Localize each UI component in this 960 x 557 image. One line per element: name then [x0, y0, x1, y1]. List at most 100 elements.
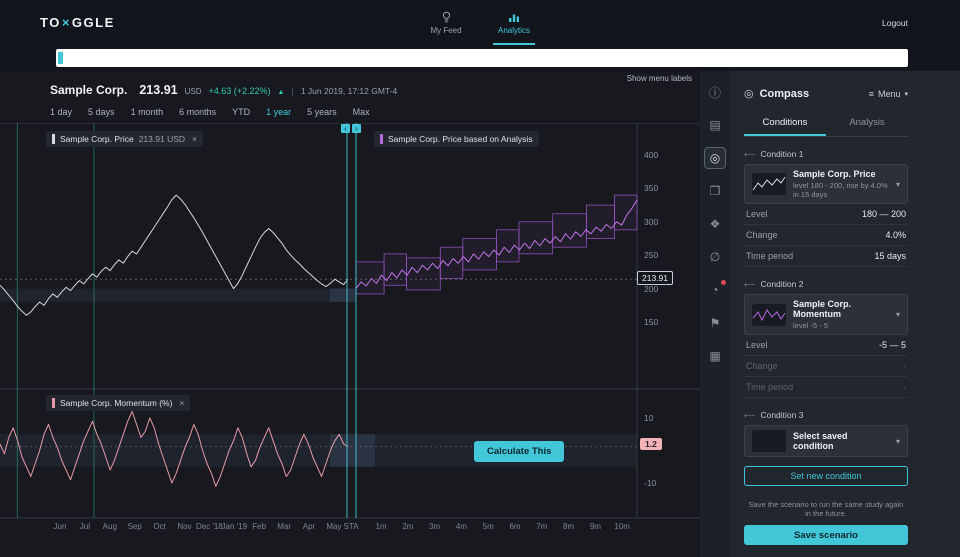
tab-analysis[interactable]: Analysis [826, 110, 908, 136]
x-axis-label: Jan '19 [221, 522, 248, 531]
icon-rail: ⓘ ▤ ◎ ❐ ❖ ∅ ◔ ⚑ ▦ [700, 71, 730, 557]
row-value[interactable]: 180 — 200 [862, 209, 906, 219]
range-1year[interactable]: 1 year [266, 107, 291, 117]
save-note: Save the scenario to run the same study … [748, 500, 904, 518]
time-range-selector: 1 day 5 days 1 month 6 months YTD 1 year… [50, 107, 700, 117]
archive-icon[interactable]: ▦ [704, 345, 726, 367]
condition-arrow-icon: ⟵ [744, 410, 756, 420]
tab-conditions[interactable]: Conditions [744, 110, 826, 136]
series-name: Sample Corp. Price based on Analysis [388, 134, 533, 144]
x-axis-label: 7m [536, 522, 548, 531]
x-axis-label: May [326, 522, 342, 531]
condition-thumbnail [752, 173, 786, 195]
eye-off-icon[interactable]: ∅ [704, 246, 726, 268]
row-label: Change [746, 230, 778, 240]
nav-analytics[interactable]: Analytics [493, 0, 535, 45]
nodes-icon[interactable]: ❖ [704, 213, 726, 235]
row-label: Change [746, 361, 778, 371]
range-5years[interactable]: 5 years [307, 107, 337, 117]
range-6months[interactable]: 6 months [179, 107, 216, 117]
notification-badge [721, 280, 726, 285]
range-max[interactable]: Max [353, 107, 370, 117]
calculate-this-button[interactable]: Calculate This [474, 441, 565, 462]
pin-icon[interactable]: ⚑ [704, 312, 726, 334]
series-value: 213.91 USD [138, 134, 186, 144]
row-value[interactable]: 15 days [874, 251, 906, 261]
layers-icon[interactable]: ❐ [704, 180, 726, 202]
sidebar-tabs: Conditions Analysis [744, 110, 908, 137]
close-icon[interactable]: × [179, 398, 184, 408]
condition-2-level-row: Level -5 — 5 [744, 335, 908, 356]
search-bar[interactable] [56, 49, 908, 67]
menu-icon: ≡ [868, 88, 874, 99]
row-label: Level [746, 209, 768, 219]
chevron-down-icon: ▾ [904, 90, 908, 98]
condition-1-card[interactable]: Sample Corp. Price level 180 - 200, rise… [744, 164, 908, 204]
bar-chart-icon [509, 14, 519, 22]
range-1month[interactable]: 1 month [131, 107, 164, 117]
range-5days[interactable]: 5 days [88, 107, 115, 117]
x-axis-label: Jun [53, 522, 67, 531]
x-axis-label: Nov [177, 522, 192, 531]
show-menu-labels-toggle[interactable]: Show menu labels [627, 74, 692, 83]
condition-1-change-row: Change 4.0% [744, 225, 908, 246]
x-axis-label: Dec '18 [195, 522, 223, 531]
forecast-start-handle[interactable]: ‹ [341, 124, 350, 133]
momentum-series-chip[interactable]: Sample Corp. Momentum (%) × [46, 395, 191, 411]
set-new-condition-button[interactable]: Set new condition [744, 466, 908, 486]
condition-2-card[interactable]: Sample Corp. Momentum level -5 - 5 ▾ [744, 294, 908, 335]
x-axis-label: 8m [563, 522, 575, 531]
condition-label-text: Condition 2 [760, 279, 804, 289]
condition-subtitle: level 180 - 200, rise by 4.0% in 15 days [793, 181, 888, 199]
stock-change: +4.63 (+2.22%) [208, 86, 271, 96]
save-scenario-button[interactable]: Save scenario [744, 525, 908, 545]
sidebar-title-text: Compass [759, 87, 810, 100]
chart-canvas[interactable] [0, 123, 700, 519]
chevron-down-icon: ▾ [895, 310, 900, 319]
chart-panel: Show menu labels Sample Corp. 213.91 USD… [0, 71, 700, 557]
row-value[interactable]: 4.0% [885, 230, 906, 240]
menu-button[interactable]: ≡ Menu ▾ [869, 89, 908, 99]
close-icon[interactable]: × [192, 134, 197, 144]
toggle-logo[interactable]: TO × GGLE [40, 15, 115, 30]
x-axis-label: 3m [429, 522, 441, 531]
stock-currency: USD [184, 87, 202, 96]
series-color-bar [380, 134, 383, 144]
price-series-chip[interactable]: Sample Corp. Price 213.91 USD × [46, 131, 203, 147]
logo-text-suffix: GGLE [71, 15, 115, 30]
search-input[interactable] [56, 49, 908, 67]
forecast-series-chip[interactable]: Sample Corp. Price based on Analysis [374, 131, 539, 147]
nav-my-feed[interactable]: My Feed [425, 0, 467, 45]
charts-area: 400 350 300 250 200 150 10 -10 Jun Jul Aug Sep Oct No… [0, 123, 700, 535]
condition-3-card[interactable]: Select saved condition ▾ [744, 425, 908, 457]
forecast-end-handle[interactable]: › [352, 124, 361, 133]
condition-label-text: Condition 3 [760, 410, 804, 420]
sidebar-title: ◎ Compass [744, 87, 810, 101]
clipboard-icon[interactable]: ▤ [704, 114, 726, 136]
compass-sidebar: ◎ Compass ≡ Menu ▾ Conditions Analysis ⟵… [730, 71, 960, 557]
condition-2-timeperiod-row: Time period - [744, 377, 908, 398]
condition-title: Sample Corp. Momentum [793, 299, 852, 319]
x-axis-label: Sep [127, 522, 142, 531]
condition-2-change-row: Change - [744, 356, 908, 377]
info-icon[interactable]: ⓘ [704, 81, 726, 103]
condition-label-text: Condition 1 [760, 149, 804, 159]
x-axis-label: 4m [455, 522, 467, 531]
series-color-bar [52, 134, 55, 144]
logo-text-prefix: TO [40, 15, 61, 30]
condition-3-label: ⟵ Condition 3 [744, 410, 908, 420]
condition-1-label: ⟵ Condition 1 [744, 149, 908, 159]
range-1day[interactable]: 1 day [50, 107, 72, 117]
condition-title: Select saved condition [793, 431, 848, 451]
alerts-icon[interactable]: ◔ [704, 279, 726, 301]
range-ytd[interactable]: YTD [232, 107, 250, 117]
condition-arrow-icon: ⟵ [744, 279, 756, 289]
x-axis-label: Jul [79, 522, 91, 531]
row-value[interactable]: -5 — 5 [879, 340, 906, 350]
condition-2-label: ⟵ Condition 2 [744, 279, 908, 289]
top-bar: TO × GGLE My Feed Analytics Logout [0, 0, 960, 45]
up-arrow-icon: ▲ [277, 89, 285, 96]
logout-link[interactable]: Logout [882, 18, 908, 28]
compass-icon[interactable]: ◎ [704, 147, 726, 169]
chevron-down-icon: ▾ [895, 436, 900, 446]
